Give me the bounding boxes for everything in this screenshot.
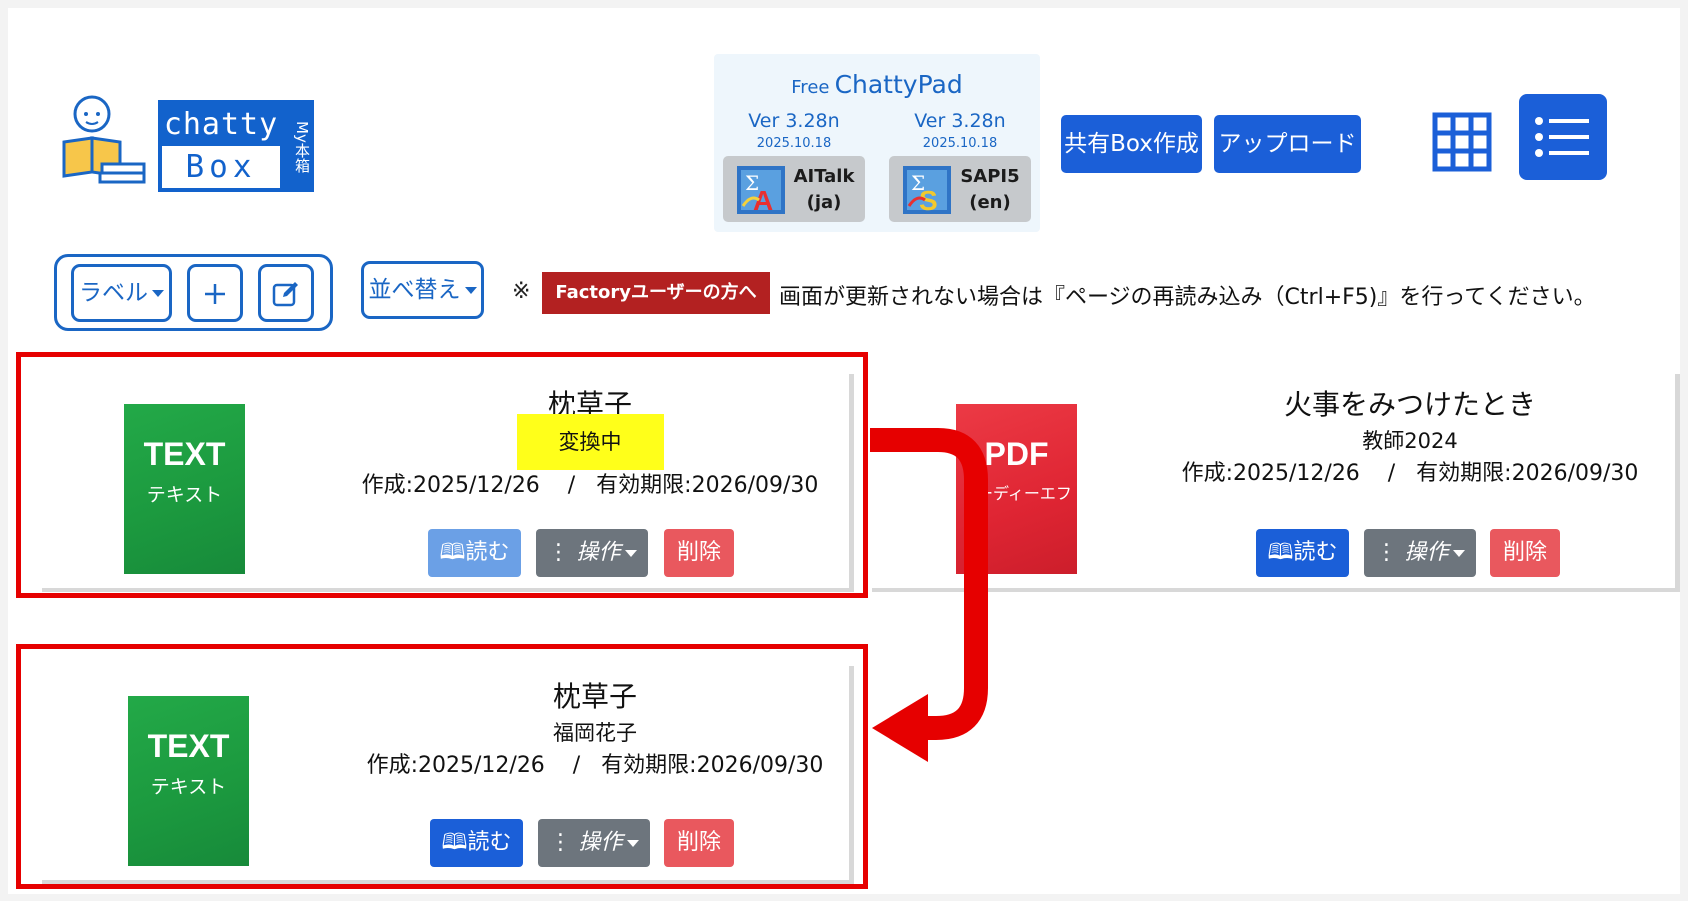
chattypad-title: Free ChattyPad	[714, 70, 1040, 99]
logo-top-text: chatty	[162, 104, 280, 146]
delete-button[interactable]: 削除	[664, 819, 734, 867]
book-info: 火事をみつけたとき 教師2024 作成:2025/12/26 / 有効期限:20…	[1160, 386, 1660, 490]
read-button[interactable]: 🕮読む	[430, 819, 523, 867]
kebab-icon: ⋮	[1375, 540, 1398, 565]
book-info: 枕草子 福岡花子 作成:2025/12/26 / 有効期限:2026/09/30	[345, 678, 845, 782]
sapi5-label: SAPI5 (en)	[960, 166, 1020, 213]
sapi5-column: Ver 3.28n 2025.10.18 Σ S SAPI5 (en)	[888, 110, 1032, 222]
book-author: 教師2024	[1362, 429, 1458, 453]
grid-view-icon	[1432, 112, 1492, 172]
converting-status: 変換中	[516, 414, 664, 470]
edit-label-button[interactable]	[258, 264, 314, 322]
chattypad-panel: Free ChattyPad Ver 3.28n 2025.10.18 Σ A …	[714, 54, 1040, 232]
grid-view-button[interactable]	[1432, 112, 1492, 172]
book-author: 福岡花子	[553, 721, 637, 745]
chattypad-name: ChattyPad	[834, 70, 963, 99]
logo-wordmark: chatty Box My本箱	[158, 100, 314, 192]
sapi5-download-button[interactable]: Σ S SAPI5 (en)	[889, 156, 1031, 222]
list-view-button[interactable]	[1519, 94, 1607, 180]
chevron-down-icon	[464, 287, 477, 294]
book-cover[interactable]: TEXT テキスト	[128, 696, 249, 866]
chevron-down-icon	[1452, 549, 1465, 557]
book-info: 枕草子 変換中 作成:2025/12/26 / 有効期限:2026/09/30	[340, 386, 840, 502]
label-tool-group: ラベル	[54, 254, 333, 331]
aitalk-app-icon: Σ A	[737, 166, 785, 214]
chevron-down-icon	[152, 290, 164, 297]
reading-person-icon	[62, 95, 146, 184]
plus-icon	[205, 283, 225, 304]
sapi5-app-icon: Σ S	[903, 166, 951, 214]
aitalk-version: Ver 3.28n	[748, 110, 840, 132]
aitalk-download-button[interactable]: Σ A AITalk (ja)	[723, 156, 865, 222]
book-icon: 🕮	[1267, 540, 1294, 565]
sapi5-date: 2025.10.18	[922, 136, 998, 151]
read-button[interactable]: 🕮読む	[1256, 529, 1349, 577]
book-card: TEXT テキスト 枕草子 変換中 作成:2025/12/26 / 有効期限:2…	[30, 366, 854, 592]
book-icon: 🕮	[439, 540, 466, 565]
aitalk-date: 2025.10.18	[756, 136, 832, 151]
logo-side-text: My本箱	[280, 104, 311, 188]
notice-mark: ※	[512, 279, 531, 304]
book-title: 火事をみつけたとき	[1283, 388, 1536, 421]
list-view-icon	[1535, 117, 1589, 157]
operations-dropdown[interactable]: ⋮ 操作	[536, 529, 648, 577]
book-cover[interactable]: TEXT テキスト	[124, 404, 245, 574]
book-dates: 作成:2025/12/26 / 有効期限:2026/09/30	[1181, 461, 1639, 486]
page: chatty Box My本箱 Free ChattyPad Ver 3.28n…	[8, 8, 1680, 894]
delete-button[interactable]: 削除	[664, 529, 734, 577]
upload-button[interactable]: アップロード	[1214, 115, 1361, 173]
factory-users-button[interactable]: Factoryユーザーの方へ	[542, 272, 770, 314]
book-dates: 作成:2025/12/26 / 有効期限:2026/09/30	[361, 473, 819, 498]
sort-dropdown[interactable]: 並べ替え	[361, 261, 484, 319]
book-title: 枕草子	[552, 680, 637, 713]
read-button[interactable]: 🕮読む	[428, 529, 521, 577]
book-icon: 🕮	[441, 830, 468, 855]
sapi5-version: Ver 3.28n	[914, 110, 1006, 132]
delete-button[interactable]: 削除	[1490, 529, 1560, 577]
edit-icon	[272, 281, 298, 306]
chevron-down-icon	[624, 549, 637, 557]
chattypad-free-label: Free	[791, 77, 830, 98]
add-label-button[interactable]	[187, 264, 243, 322]
label-dropdown[interactable]: ラベル	[71, 264, 172, 322]
create-shared-box-button[interactable]: 共有Box作成	[1061, 115, 1202, 173]
book-card: TEXT テキスト 枕草子 福岡花子 作成:2025/12/26 / 有効期限:…	[30, 658, 854, 884]
book-dates: 作成:2025/12/26 / 有効期限:2026/09/30	[366, 753, 824, 778]
kebab-icon: ⋮	[547, 540, 570, 565]
operations-dropdown[interactable]: ⋮ 操作	[1364, 529, 1476, 577]
aitalk-label: AITalk (ja)	[793, 166, 855, 213]
reload-notice: 画面が更新されない場合は『ページの再読み込み（Ctrl+F5)』を行ってください…	[779, 285, 1596, 310]
operations-dropdown[interactable]: ⋮ 操作	[538, 819, 650, 867]
logo-bottom-text: Box	[162, 146, 280, 188]
kebab-icon: ⋮	[549, 830, 572, 855]
chevron-down-icon	[626, 839, 639, 847]
transition-arrow-icon	[870, 428, 988, 762]
aitalk-column: Ver 3.28n 2025.10.18 Σ A AITalk (ja)	[722, 110, 866, 222]
